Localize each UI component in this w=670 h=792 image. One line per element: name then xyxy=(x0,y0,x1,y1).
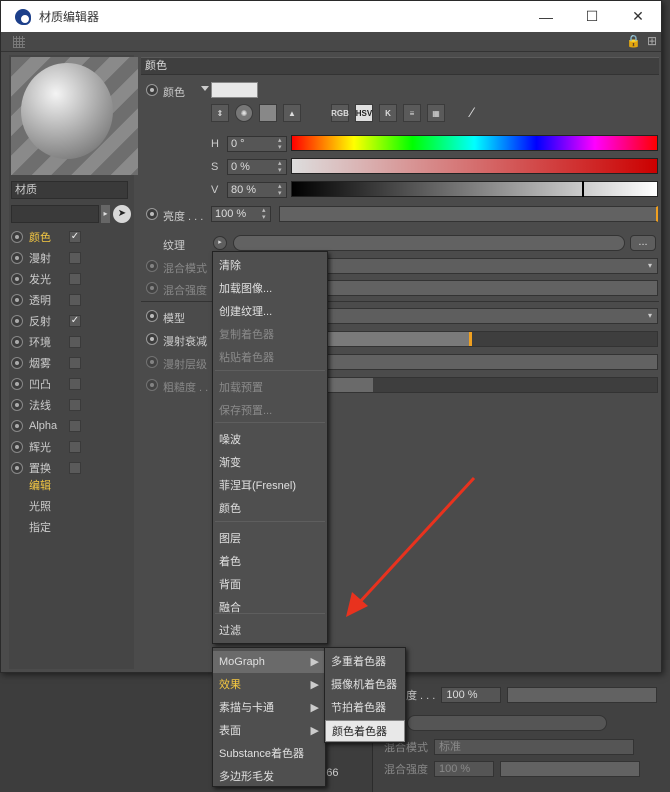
menu-separator xyxy=(215,521,325,522)
texture-context-menu: 清除 加载图像... 创建纹理... 复制着色器 粘贴着色器加载预置 保存预置... 噪波渐… xyxy=(212,251,328,644)
submenu-item[interactable]: 颜色着色器 xyxy=(325,720,405,742)
context-menu-item[interactable]: 着色 xyxy=(213,551,327,573)
context-menu-item[interactable]: MoGraph xyxy=(213,651,325,673)
texture-context-menu-lower: MoGraph ▶ 效果 ▶ 素描与卡通 ▶ 表面 ▶ Substance着色器 多边形毛发 xyxy=(212,647,326,787)
submenu-item[interactable]: 节拍着色器 xyxy=(325,697,405,719)
menu-separator xyxy=(215,370,325,371)
mograph-submenu: 多重着色器 摄像机着色器 节拍着色器 颜色着色器 xyxy=(324,647,406,743)
context-menu-item[interactable]: 加载图像... xyxy=(213,278,327,300)
submenu-arrow-icon: ▶ xyxy=(310,656,319,668)
context-menu-item[interactable]: 过滤 xyxy=(213,620,327,642)
submenu-arrow-icon: ▶ xyxy=(310,702,319,714)
context-menu-item[interactable]: 菲涅耳(Fresnel) xyxy=(213,475,327,497)
context-menu-item[interactable]: 创建纹理... xyxy=(213,301,327,323)
context-menu-item[interactable]: Substance着色器 xyxy=(213,743,325,765)
context-menu-item[interactable]: 多边形毛发 xyxy=(213,766,325,788)
submenu-item[interactable]: 摄像机着色器 xyxy=(325,674,405,696)
context-menu-item[interactable]: 渐变 xyxy=(213,452,327,474)
context-menu-item[interactable]: 清除 xyxy=(213,255,327,277)
submenu-arrow-icon: ▶ xyxy=(310,725,319,737)
context-menu-item[interactable]: 素描与卡通 xyxy=(213,697,325,719)
context-menu-item[interactable]: 背面 xyxy=(213,574,327,596)
context-menu-item[interactable]: 保存预置... xyxy=(213,400,327,422)
context-menu-item[interactable]: 图层 xyxy=(213,528,327,550)
context-menu-item[interactable]: 复制着色器 xyxy=(213,324,327,346)
context-menu-item[interactable]: 加载预置 xyxy=(213,377,327,399)
menu-separator xyxy=(215,422,325,423)
arrow-shaft xyxy=(356,476,476,606)
context-menu-item[interactable]: 颜色 xyxy=(213,498,327,520)
submenu-arrow-icon: ▶ xyxy=(310,679,319,691)
context-menu-item[interactable]: 粘贴着色器 xyxy=(213,347,327,369)
context-menu-item[interactable]: 表面 xyxy=(213,720,325,742)
context-menu-item[interactable]: 效果 xyxy=(213,674,325,696)
submenu-item[interactable]: 多重着色器 xyxy=(325,651,405,673)
context-menu-item[interactable]: 噪波 xyxy=(213,429,327,451)
context-menu-item[interactable]: 融合 xyxy=(213,597,327,619)
